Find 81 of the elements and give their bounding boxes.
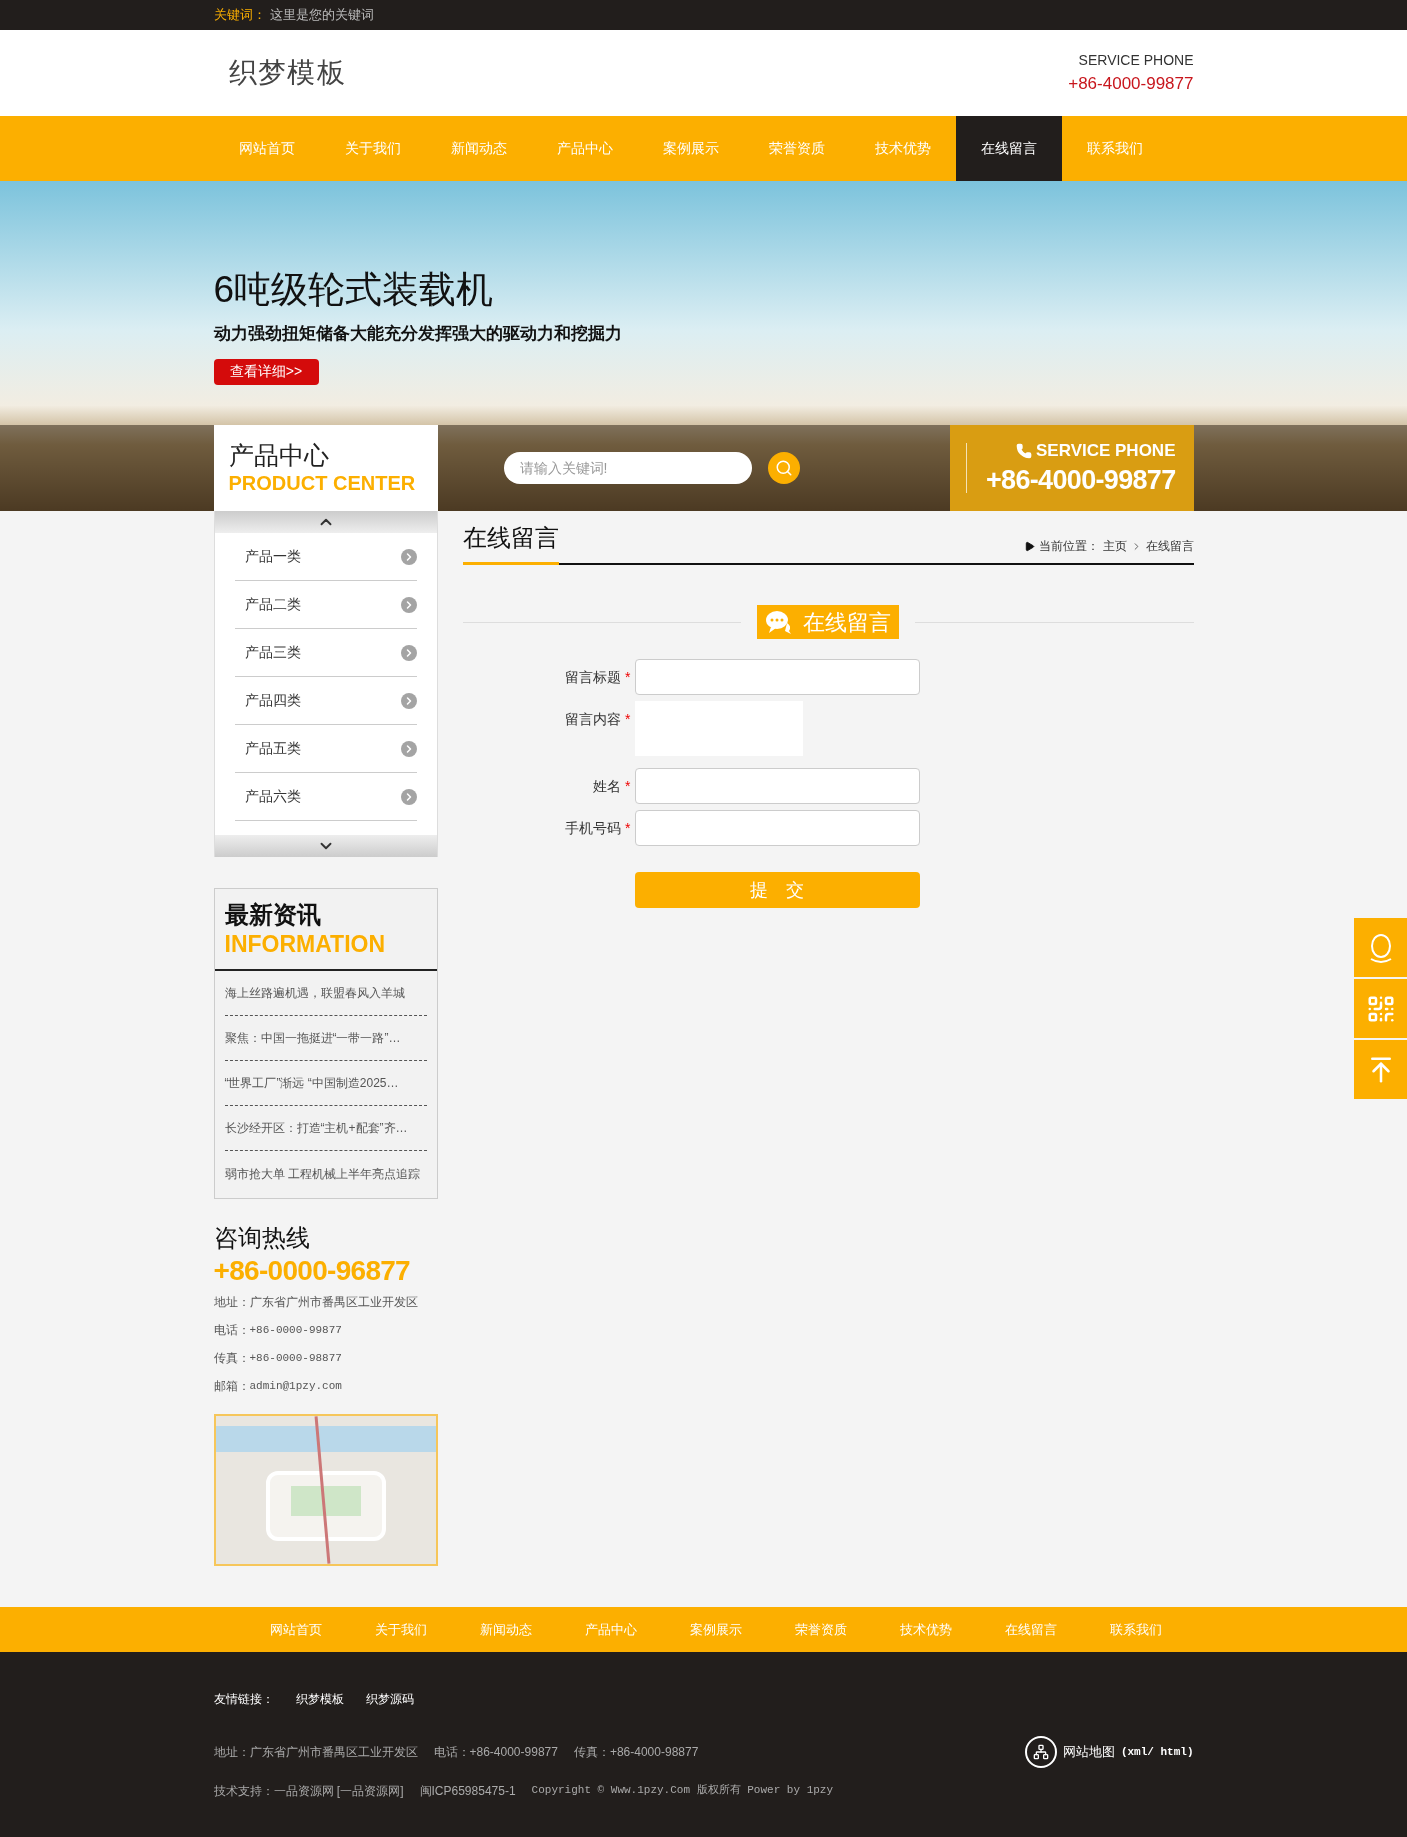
sitemap-link[interactable]: 网站地图 — [1062, 1742, 1115, 1762]
friend-link[interactable]: 织梦模板 — [295, 1690, 344, 1708]
footer-info: 地址：广东省广州市番禺区工业开发区 — [213, 1744, 418, 1761]
contact-label: 地址： — [213, 1294, 250, 1311]
breadcrumb-label: 当前位置： — [1038, 538, 1099, 555]
product-category-item[interactable]: 产品三类 — [234, 629, 417, 677]
product-center-subtitle: PRODUCT CENTER — [228, 471, 417, 497]
chevron-right-icon — [400, 596, 417, 613]
search-icon — [774, 459, 793, 477]
news-link[interactable]: “世界工厂”渐远 “中国制造2025… — [224, 1074, 399, 1092]
phone-icon — [1016, 443, 1032, 460]
contact-value: 广东省广州市番禺区工业开发区 — [249, 1294, 418, 1311]
input-field[interactable] — [634, 768, 920, 804]
field-label: 留言内容 — [565, 709, 622, 729]
product-center-title: 产品中心 — [228, 439, 330, 471]
service-phone: +86-4000-99877 — [1068, 72, 1194, 95]
product-category-item[interactable]: 产品六类 — [234, 773, 417, 821]
keyword-label: 关键词： — [213, 6, 266, 25]
news-subtitle: INFORMATION — [224, 929, 387, 959]
product-category-item[interactable]: 产品一类 — [234, 533, 417, 581]
scroll-up-button[interactable] — [214, 511, 437, 533]
search-field[interactable]: 请输入关键词! — [503, 452, 752, 484]
footer-credit: 技术支持：一品资源网 [一品资源网] — [213, 1783, 404, 1800]
search-button[interactable] — [767, 452, 800, 484]
required-mark: * — [625, 667, 631, 687]
news-link[interactable]: 弱市抢大单 工程机械上半年亮点追踪 — [224, 1164, 420, 1183]
input-field[interactable] — [634, 659, 920, 695]
banner-subtitle: 动力强劲扭矩储备大能充分发挥强大的驱动力和挖掘力 — [213, 323, 623, 345]
nav-item[interactable]: 在线留言 — [955, 116, 1062, 181]
service-label: SERVICE PHONE — [1036, 440, 1176, 463]
chevron-right-icon — [400, 740, 417, 757]
play-icon — [1023, 540, 1035, 552]
product-category-item[interactable]: 产品二类 — [234, 581, 417, 629]
back-to-top-button[interactable] — [1354, 1040, 1407, 1099]
footer-credit: Copyright © Www.1pzy.Com 版权所有 Power by 1pzy — [531, 1783, 834, 1798]
required-mark: * — [625, 818, 631, 838]
chevron-right-icon — [400, 548, 417, 565]
news-link[interactable]: 聚焦：中国一拖挺进“一带一路”… — [224, 1029, 401, 1047]
chat-bubbles-icon — [765, 609, 793, 635]
chevron-right-icon — [400, 788, 417, 805]
chat-float-button[interactable] — [1354, 918, 1407, 977]
sitemap-formats: (xml/ html) — [1120, 1744, 1194, 1760]
news-link[interactable]: 海上丝路遍机遇，联盟春风入羊城 — [224, 984, 405, 1002]
product-category-item[interactable]: 产品五类 — [234, 725, 417, 773]
contact-label: 邮箱： — [213, 1378, 250, 1395]
qr-float-button[interactable] — [1354, 979, 1407, 1038]
contact-value: +86-0000-99877 — [249, 1322, 342, 1338]
details-button[interactable]: 查看详细>> — [213, 358, 319, 385]
footer-info: 电话：+86-4000-99877 — [433, 1744, 558, 1761]
hotline-phone: +86-0000-96877 — [213, 1254, 411, 1288]
friend-link[interactable]: 织梦源码 — [365, 1690, 414, 1708]
links-label: 友情链接： — [213, 1691, 274, 1708]
contact-label: 电话： — [213, 1322, 250, 1339]
chevron-right-icon — [400, 644, 417, 661]
page-title: 在线留言 — [462, 520, 559, 565]
site-logo[interactable]: 织梦模板 — [228, 52, 347, 94]
footer-credit: 闽ICP65985475-1 — [419, 1783, 516, 1800]
breadcrumb-link[interactable]: 主页 — [1102, 537, 1127, 555]
contact-value: +86-0000-98877 — [249, 1350, 342, 1366]
hotline-title: 咨询热线 — [213, 1223, 311, 1253]
service-label: SERVICE PHONE — [1078, 50, 1194, 70]
input-field[interactable] — [634, 810, 920, 846]
scroll-down-button[interactable] — [214, 835, 437, 857]
news-title: 最新资讯 — [224, 899, 322, 930]
required-mark: * — [625, 709, 631, 729]
news-link[interactable]: 长沙经开区：打造“主机+配套”齐… — [224, 1119, 408, 1137]
required-mark: * — [625, 776, 631, 796]
banner-title: 6吨级轮式装载机 — [213, 267, 495, 312]
field-label: 手机号码 — [565, 818, 622, 838]
sitemap-icon — [1024, 1736, 1057, 1768]
footer-info: 传真：+86-4000-98877 — [573, 1744, 699, 1761]
field-label: 姓名 — [593, 776, 622, 796]
chevron-right-icon — [400, 692, 417, 709]
contact-label: 传真： — [213, 1350, 250, 1367]
product-category-item[interactable]: 产品四类 — [234, 677, 417, 725]
section-title: 在线留言 — [803, 608, 891, 637]
breadcrumb-link[interactable]: 在线留言 — [1145, 537, 1194, 555]
field-label: 留言标题 — [565, 667, 622, 687]
service-phone: +86-4000-99877 — [986, 463, 1176, 497]
keyword-text: 这里是您的关键词 — [269, 6, 374, 25]
contact-value: admin@1pzy.com — [249, 1378, 342, 1394]
